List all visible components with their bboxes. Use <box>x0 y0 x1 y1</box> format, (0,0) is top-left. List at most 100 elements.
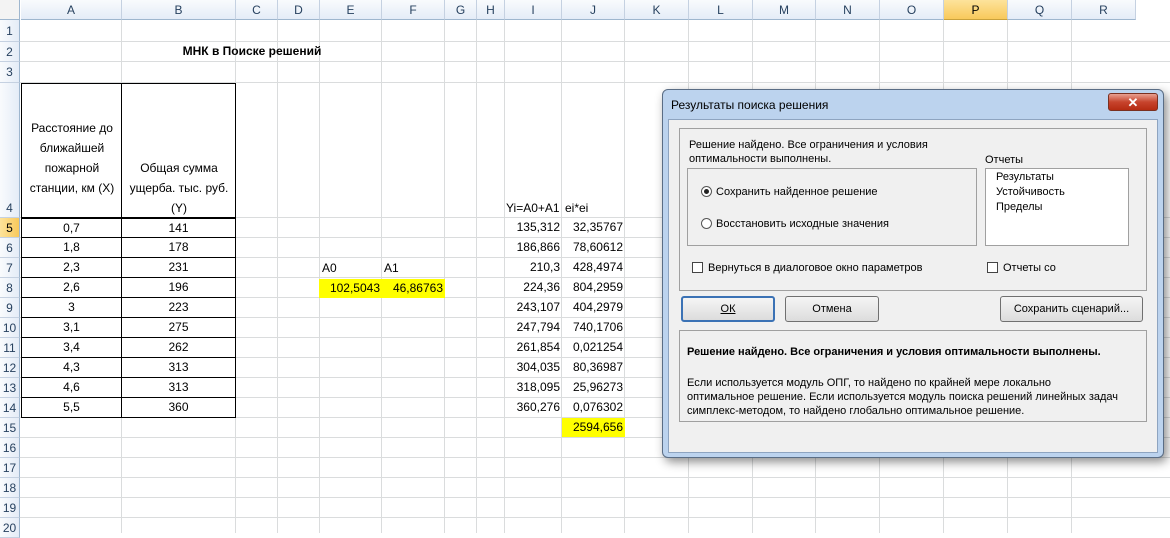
cell-y-value[interactable]: 196 <box>121 278 236 298</box>
cell-x-value[interactable]: 3 <box>21 298 122 318</box>
row-header-13[interactable]: 13 <box>0 378 20 398</box>
column-header-O[interactable]: O <box>880 0 944 20</box>
cell-yi-value[interactable]: 224,36 <box>500 278 562 298</box>
ok-button-label: ОК <box>720 303 736 315</box>
cell-e2-value[interactable]: 78,60612 <box>562 238 625 258</box>
cancel-button[interactable]: Отмена <box>785 296 879 322</box>
column-header-F[interactable]: F <box>382 0 445 20</box>
cell-e2-value[interactable]: 25,96273 <box>562 378 625 398</box>
ok-button[interactable]: ОК <box>681 296 775 322</box>
save-scenario-button[interactable]: Сохранить сценарий... <box>1000 296 1143 322</box>
column-header-M[interactable]: M <box>753 0 816 20</box>
row-header-18[interactable]: 18 <box>0 478 20 498</box>
cell-y-value[interactable]: 313 <box>121 378 236 398</box>
row-header-8[interactable]: 8 <box>0 278 20 298</box>
cell-e2-value[interactable]: 804,2959 <box>562 278 625 298</box>
row-header-12[interactable]: 12 <box>0 358 20 378</box>
header-x-text: Расстояние до ближайшей пожарной станции… <box>29 121 115 195</box>
row-header-9[interactable]: 9 <box>0 298 20 318</box>
column-header-H[interactable]: H <box>477 0 505 20</box>
row-header-4[interactable]: 4 <box>0 83 20 218</box>
cell-yi-value[interactable]: 243,107 <box>500 298 562 318</box>
select-all-corner[interactable] <box>0 0 20 20</box>
cell-e2-value[interactable]: 0,021254 <box>562 338 625 358</box>
column-header-R[interactable]: R <box>1072 0 1136 20</box>
row-header-3[interactable]: 3 <box>0 62 20 83</box>
cell-e2-value[interactable]: 404,2979 <box>562 298 625 318</box>
row-header-20[interactable]: 20 <box>0 518 20 538</box>
row-header-19[interactable]: 19 <box>0 498 20 518</box>
keep-solution-radio[interactable] <box>701 186 712 197</box>
cell-x-value[interactable]: 0,7 <box>21 218 122 238</box>
value-a0-cell[interactable]: 102,5043 <box>319 279 382 298</box>
row-header-6[interactable]: 6 <box>0 238 20 258</box>
column-header-P[interactable]: P <box>944 0 1008 20</box>
cell-yi-value[interactable]: 135,312 <box>500 218 562 238</box>
row-header-2[interactable]: 2 <box>0 42 20 62</box>
cell-y-value[interactable]: 178 <box>121 238 236 258</box>
total-cell[interactable]: 2594,656 <box>562 418 625 437</box>
value-a1-cell[interactable]: 46,86763 <box>382 279 445 298</box>
row-header-7[interactable]: 7 <box>0 258 20 278</box>
report-item-results[interactable]: Результаты <box>996 170 1054 184</box>
cell-x-value[interactable]: 1,8 <box>21 238 122 258</box>
cell-y-value[interactable]: 223 <box>121 298 236 318</box>
row-header-15[interactable]: 15 <box>0 418 20 438</box>
column-header-L[interactable]: L <box>689 0 753 20</box>
row-header-10[interactable]: 10 <box>0 318 20 338</box>
cell-y-value[interactable]: 231 <box>121 258 236 278</box>
report-item-limits[interactable]: Пределы <box>996 200 1042 214</box>
cell-yi-value[interactable]: 186,866 <box>500 238 562 258</box>
cell-e2-value[interactable]: 32,35767 <box>562 218 625 238</box>
cell-e2-value[interactable]: 740,1706 <box>562 318 625 338</box>
row-header-14[interactable]: 14 <box>0 398 20 418</box>
close-button[interactable]: ✕ <box>1108 93 1158 111</box>
cell-e2-value[interactable]: 80,36987 <box>562 358 625 378</box>
column-header-D[interactable]: D <box>278 0 320 20</box>
cell-yi-value[interactable]: 261,854 <box>500 338 562 358</box>
column-header-G[interactable]: G <box>445 0 477 20</box>
cell-x-value[interactable]: 4,3 <box>21 358 122 378</box>
cell-y-value[interactable]: 262 <box>121 338 236 358</box>
restore-values-radio[interactable] <box>701 218 712 229</box>
cell-y-value[interactable]: 313 <box>121 358 236 378</box>
reports-outline-checkbox[interactable] <box>987 262 998 273</box>
cell-e2-value[interactable]: 0,076302 <box>562 398 625 418</box>
cell-y-value[interactable]: 141 <box>121 218 236 238</box>
restore-values-label[interactable]: Восстановить исходные значения <box>716 217 889 231</box>
row-header-16[interactable]: 16 <box>0 438 20 458</box>
cell-x-value[interactable]: 2,3 <box>21 258 122 278</box>
cell-x-value[interactable]: 4,6 <box>21 378 122 398</box>
return-to-dialog-checkbox[interactable] <box>692 262 703 273</box>
cell-yi-value[interactable]: 318,095 <box>500 378 562 398</box>
column-header-J[interactable]: J <box>562 0 625 20</box>
column-header-K[interactable]: K <box>625 0 689 20</box>
column-header-Q[interactable]: Q <box>1008 0 1072 20</box>
keep-solution-label[interactable]: Сохранить найденное решение <box>716 185 878 199</box>
cell-yi-value[interactable]: 247,794 <box>500 318 562 338</box>
column-header-B[interactable]: B <box>122 0 236 20</box>
row-header-5[interactable]: 5 <box>0 218 20 238</box>
cell-y-value[interactable]: 360 <box>121 398 236 418</box>
cell-x-value[interactable]: 5,5 <box>21 398 122 418</box>
cell-yi-value[interactable]: 210,3 <box>500 258 562 278</box>
column-header-N[interactable]: N <box>816 0 880 20</box>
report-item-sensitivity[interactable]: Устойчивость <box>996 185 1065 199</box>
cell-x-value[interactable]: 2,6 <box>21 278 122 298</box>
cell-y-value[interactable]: 275 <box>121 318 236 338</box>
row-header-11[interactable]: 11 <box>0 338 20 358</box>
cell-x-value[interactable]: 3,1 <box>21 318 122 338</box>
row-header-17[interactable]: 17 <box>0 458 20 478</box>
cell-e2-value[interactable]: 428,4974 <box>562 258 625 278</box>
column-header-A[interactable]: A <box>21 0 122 20</box>
return-to-dialog-label[interactable]: Вернуться в диалоговое окно параметров <box>708 261 923 275</box>
header-yi: Yi=A0+A1 <box>506 201 560 215</box>
column-header-E[interactable]: E <box>320 0 382 20</box>
row-header-1[interactable]: 1 <box>0 20 20 42</box>
column-header-I[interactable]: I <box>505 0 562 20</box>
reports-outline-label[interactable]: Отчеты со <box>1003 261 1056 275</box>
cell-x-value[interactable]: 3,4 <box>21 338 122 358</box>
cell-yi-value[interactable]: 304,035 <box>500 358 562 378</box>
cell-yi-value[interactable]: 360,276 <box>500 398 562 418</box>
column-header-C[interactable]: C <box>236 0 278 20</box>
